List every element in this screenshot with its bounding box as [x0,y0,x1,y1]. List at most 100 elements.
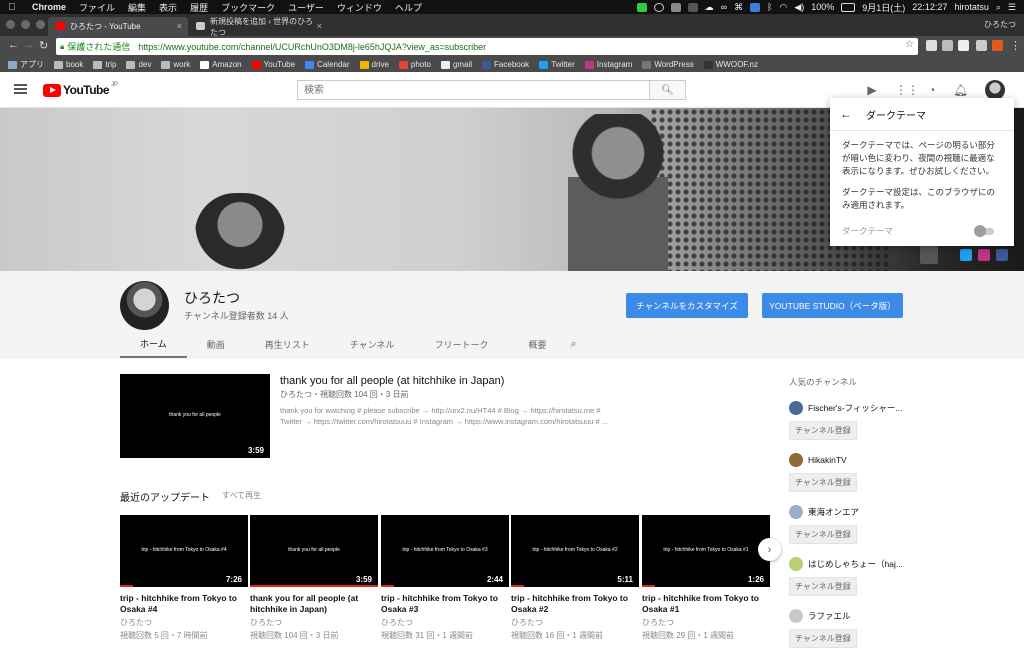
bookmark-calendar[interactable]: Calendar [305,60,350,69]
bookmark-drive[interactable]: drive [359,60,389,69]
battery-icon[interactable] [841,2,856,12]
account-avatar[interactable] [985,80,1005,100]
chrome-menu-icon[interactable]: ⋮ [1010,39,1021,52]
cloud-icon[interactable]: ☁ [705,2,714,13]
close-window-button[interactable] [6,20,15,29]
bookmark-folder-dev[interactable]: dev [126,60,151,69]
apps-grid-icon[interactable]: ⋮⋮ [895,83,919,97]
tab-discussion[interactable]: フリートーク [415,330,509,358]
menu-bookmarks[interactable]: ブックマーク [221,1,275,14]
glasses-icon[interactable]: ∞ [721,2,727,12]
video-card[interactable]: thank you for all people 3:59 thank you … [250,515,378,641]
video-owner[interactable]: ひろたつ [250,617,378,628]
line-icon[interactable] [636,2,647,12]
channel-avatar[interactable] [789,609,803,623]
menubar-user[interactable]: hirotatsu [954,2,989,12]
wifi-icon[interactable]: ◠ [779,2,787,13]
search-input[interactable] [298,81,649,99]
video-card[interactable]: trip - hitchhike from Tokyo to Osaka #2 … [511,515,639,641]
bookmark-folder-book[interactable]: book [54,60,83,69]
new-tab-button[interactable] [328,17,350,36]
video-owner[interactable]: ひろたつ [381,617,509,628]
channel-avatar[interactable] [789,557,803,571]
bookmark-folder-work[interactable]: work [161,60,190,69]
subscribe-button[interactable]: チャンネル登録 [789,473,857,492]
bookmark-amazon[interactable]: Amazon [200,60,242,69]
video-card[interactable]: trip - hitchhike from Tokyo to Osaka #3 … [381,515,509,641]
address-bar[interactable]: 🔒︎ 保護された通信 https://www.youtube.com/chann… [56,38,918,55]
upload-video-icon[interactable]: ▶ [865,83,879,97]
notification-center-icon[interactable]: ☰ [1008,2,1016,13]
play-all-link[interactable]: すべて再生 [222,490,261,501]
featured-video-thumbnail[interactable]: thank you for all people 3:59 [120,374,270,458]
recent-uploads-title[interactable]: 最近のアップデート [120,489,210,504]
channel-avatar[interactable] [789,505,803,519]
youtube-logo[interactable]: YouTube JP [43,82,118,97]
extension-icon[interactable] [958,40,969,51]
channel-name[interactable]: Fischer's-フィッシャー... [808,402,903,414]
tab-home[interactable]: ホーム [120,330,187,358]
back-arrow-icon[interactable]: ← [8,39,19,51]
subscribe-button[interactable]: チャンネル登録 [789,577,857,596]
url-text[interactable]: https://www.youtube.com/channel/UCURchUn… [138,42,486,52]
channel-avatar[interactable] [789,453,803,467]
extension-icon[interactable] [992,40,1003,51]
minimize-window-button[interactable] [21,20,30,29]
video-title[interactable]: thank you for all people (at hitchhike i… [250,593,378,615]
bookmark-instagram[interactable]: Instagram [584,60,632,69]
circle-status-icon[interactable] [653,2,664,12]
input-method-icon[interactable] [750,2,761,12]
hamburger-menu-icon[interactable] [14,84,27,94]
forward-arrow-icon[interactable]: → [23,39,34,51]
menu-edit[interactable]: 編集 [128,1,146,14]
back-arrow-icon[interactable]: ← [840,107,852,121]
channel-name[interactable]: ラファエル [808,610,851,622]
customize-channel-button[interactable]: チャンネルをカスタマイズ [626,293,748,318]
video-title[interactable]: trip - hitchhike from Tokyo to Osaka #4 [120,593,248,615]
video-thumbnail[interactable]: trip - hitchhike from Tokyo to Osaka #3 … [381,515,509,587]
banner-facebook-icon[interactable] [996,249,1008,261]
bookmark-youtube[interactable]: YouTube [251,60,295,69]
tab-playlists[interactable]: 再生リスト [245,330,330,358]
banner-instagram-icon[interactable] [978,249,990,261]
menubar-time[interactable]: 22:12:27 [912,2,947,12]
tab-videos[interactable]: 動画 [187,330,245,358]
spotlight-icon[interactable]: ⌕ [996,2,1001,13]
channel-avatar[interactable] [120,281,169,330]
menubar-date[interactable]: 9月1日(土) [862,1,905,14]
bookmark-twitter[interactable]: Twitter [539,60,575,69]
chrome-profile-name[interactable]: ひろたつ [984,19,1016,30]
featured-video-title[interactable]: thank you for all people (at hitchhike i… [280,375,504,387]
bookmark-photo[interactable]: photo [398,60,431,69]
carousel-next-button[interactable]: › [758,538,781,561]
subscribe-button[interactable]: チャンネル登録 [789,629,857,648]
video-thumbnail[interactable]: trip - hitchhike from Tokyo to Osaka #1 … [642,515,770,587]
bookmark-folder-trip[interactable]: trip [93,60,116,69]
keyboard-icon[interactable] [670,2,681,12]
video-owner[interactable]: ひろたつ [120,617,248,628]
bookmark-apps[interactable]: アプリ [8,59,44,70]
video-thumbnail[interactable]: trip - hitchhike from Tokyo to Osaka #4 … [120,515,248,587]
channel-search-icon[interactable]: ⌕ [567,330,577,358]
extension-icon[interactable] [976,40,987,51]
search-button[interactable]: 🔍︎ [649,81,685,99]
display-icon[interactable] [687,2,698,12]
menu-view[interactable]: 表示 [159,1,177,14]
zoom-window-button[interactable] [36,20,45,29]
banner-twitter-icon[interactable] [960,249,972,261]
reload-icon[interactable]: ↻ [39,39,48,52]
video-thumbnail[interactable]: trip - hitchhike from Tokyo to Osaka #2 … [511,515,639,587]
messages-icon[interactable]: ◔ [925,83,939,97]
menu-help[interactable]: ヘルプ [395,1,422,14]
menu-user[interactable]: ユーザー [288,1,324,14]
video-title[interactable]: trip - hitchhike from Tokyo to Osaka #2 [511,593,639,615]
apple-menu-icon[interactable]:  [8,2,18,13]
command-icon[interactable]: ⌘ [734,2,743,13]
menu-window[interactable]: ウィンドウ [337,1,382,14]
banner-blog-link-icon[interactable] [920,246,938,264]
menu-history[interactable]: 履歴 [190,1,208,14]
browser-tab-wordpress[interactable]: 新規投稿を追加 ‹ 世界のひろたつ × [188,17,328,37]
notifications-bell-icon[interactable]: 🔔︎ [953,83,968,97]
extension-icon[interactable] [942,40,953,51]
video-title[interactable]: trip - hitchhike from Tokyo to Osaka #3 [381,593,509,615]
